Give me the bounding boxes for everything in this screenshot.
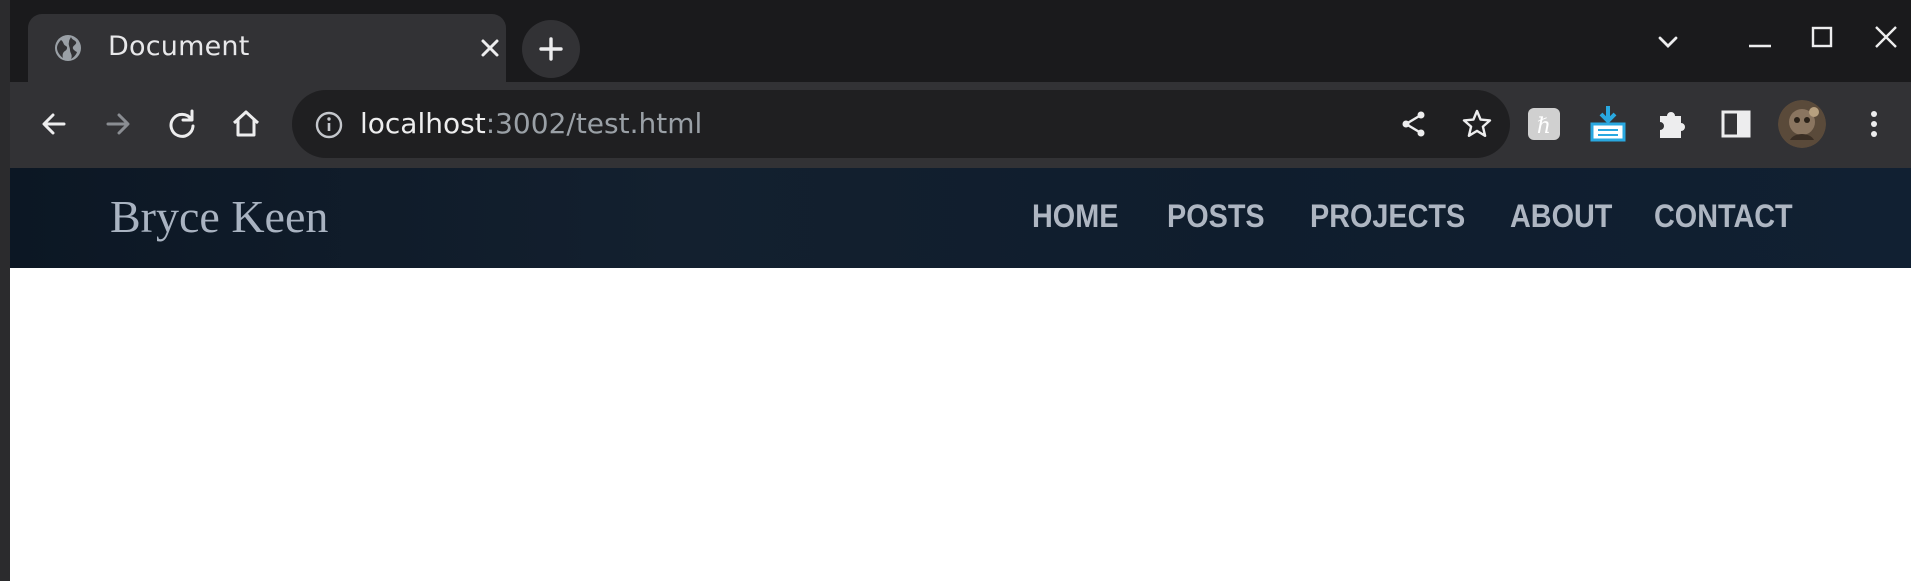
url-path: :3002/test.html xyxy=(485,107,703,140)
minimize-icon[interactable] xyxy=(1740,20,1780,60)
share-icon[interactable] xyxy=(1398,108,1430,140)
plus-icon xyxy=(539,37,563,61)
home-icon[interactable] xyxy=(224,102,268,146)
extension-download-icon[interactable] xyxy=(1586,102,1630,146)
desktop-edge xyxy=(0,0,10,581)
url-text[interactable]: localhost:3002/test.html xyxy=(360,107,702,140)
reload-icon[interactable] xyxy=(160,102,204,146)
menu-dots-icon[interactable] xyxy=(1852,102,1896,146)
tab-search-chevron-icon[interactable] xyxy=(1654,28,1694,68)
tab-document[interactable]: Document xyxy=(28,14,506,82)
nav-about-link[interactable]: ABOUT xyxy=(1510,198,1612,235)
site-header: Bryce Keen HOME POSTS PROJECTS ABOUT CON… xyxy=(10,168,1911,268)
site-nav: HOME POSTS PROJECTS ABOUT CONTACT xyxy=(10,198,1911,238)
extension-h-icon[interactable]: ℏ xyxy=(1522,102,1566,146)
svg-text:ℏ: ℏ xyxy=(1537,114,1551,139)
close-tab-icon[interactable] xyxy=(478,36,502,60)
forward-arrow-icon[interactable] xyxy=(96,102,140,146)
extensions-puzzle-icon[interactable] xyxy=(1650,102,1694,146)
side-panel-icon[interactable] xyxy=(1714,102,1758,146)
url-host: localhost xyxy=(360,107,486,140)
info-icon[interactable] xyxy=(314,110,344,140)
nav-contact-link[interactable]: CONTACT xyxy=(1654,198,1793,235)
browser-toolbar: localhost:3002/test.html ℏ xyxy=(10,82,1911,168)
nav-home-link[interactable]: HOME xyxy=(1032,198,1118,235)
new-tab-button[interactable] xyxy=(522,20,580,78)
close-window-icon[interactable] xyxy=(1866,20,1906,60)
globe-icon xyxy=(54,34,82,62)
browser-window: Document localhost:3002/test.html ℏ Bryc… xyxy=(10,0,1911,581)
bookmark-star-icon[interactable] xyxy=(1460,107,1494,141)
page-viewport: Bryce Keen HOME POSTS PROJECTS ABOUT CON… xyxy=(10,168,1911,581)
profile-avatar[interactable] xyxy=(1778,100,1826,148)
nav-posts-link[interactable]: POSTS xyxy=(1167,198,1265,235)
back-arrow-icon[interactable] xyxy=(32,102,76,146)
tab-title: Document xyxy=(108,31,250,62)
tab-strip: Document xyxy=(10,0,1911,82)
address-bar[interactable]: localhost:3002/test.html xyxy=(292,90,1510,158)
maximize-icon[interactable] xyxy=(1802,20,1842,60)
nav-projects-link[interactable]: PROJECTS xyxy=(1310,198,1465,235)
